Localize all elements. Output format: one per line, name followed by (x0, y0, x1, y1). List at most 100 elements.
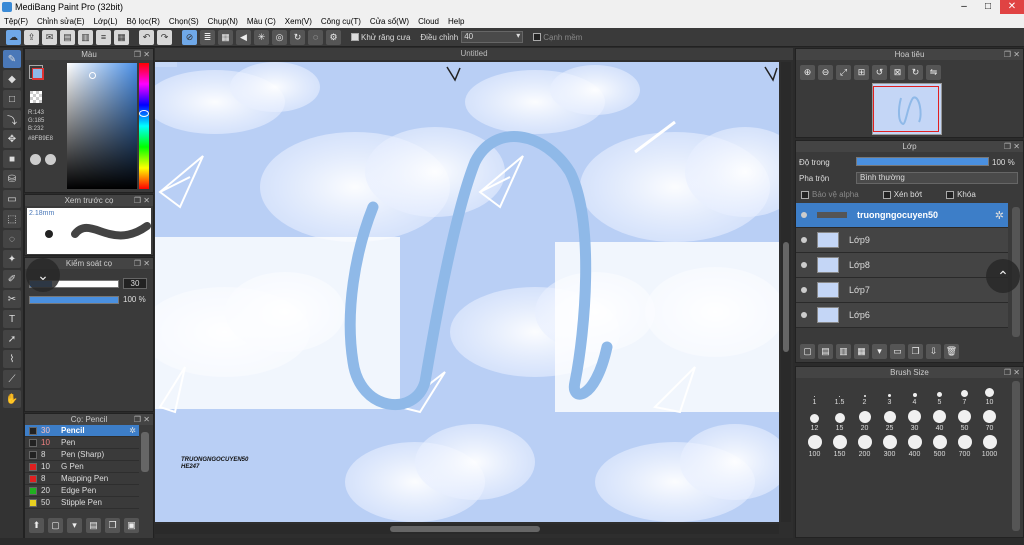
menu-layer[interactable]: Lớp(L) (94, 17, 118, 26)
snap-radial-icon[interactable]: ✳ (254, 29, 269, 45)
new-layer-icon[interactable]: ▢ (800, 344, 815, 359)
fill-stroke-icon[interactable]: ⤵ (3, 110, 21, 128)
rotate-right-icon[interactable]: ↻ (908, 65, 923, 80)
brush-size-option[interactable]: 12 (802, 408, 827, 432)
brush-size-option[interactable]: 100 (802, 434, 827, 458)
merge-down-icon[interactable]: ⇩ (926, 344, 941, 359)
canvas-tab[interactable]: Untitled (155, 48, 793, 60)
folder-icon[interactable]: ▭ (890, 344, 905, 359)
brush-item[interactable]: 10 Pen (25, 437, 139, 449)
antialias-checkbox[interactable]: Khử răng cưa (351, 33, 410, 42)
edge-checkbox[interactable]: Cạnh mềm (533, 33, 582, 42)
brush-size-option[interactable]: 150 (827, 434, 852, 458)
close-button[interactable]: ✕ (1000, 0, 1024, 14)
saturation-value-picker[interactable] (67, 63, 137, 189)
clipping-checkbox[interactable]: Xén bớt (882, 190, 922, 199)
magic-wand-icon[interactable]: ✦ (3, 250, 21, 268)
menu-select[interactable]: Chọn(S) (169, 17, 199, 26)
shape-tool-icon[interactable]: ■ (3, 150, 21, 168)
brush-size-option[interactable]: 5 (927, 382, 952, 406)
hand-tool-icon[interactable]: ✋ (3, 390, 21, 408)
select-eraser-icon[interactable]: ✂ (3, 290, 21, 308)
snap-grid-icon[interactable]: ▦ (218, 29, 233, 45)
new-8bit-layer-icon[interactable]: ▥ (836, 344, 851, 359)
brush-size-option[interactable]: 10 (977, 382, 1002, 406)
brush-size-option[interactable]: 70 (977, 408, 1002, 432)
export-icon[interactable]: ⇪ (24, 29, 39, 45)
add-brush-icon[interactable]: ▢ (48, 518, 63, 533)
layer-row[interactable]: Lớp8 (796, 253, 1008, 278)
brush-list-scrollbar[interactable] (141, 432, 149, 472)
menu-snap[interactable]: Chụp(N) (208, 17, 238, 26)
brush-size-option[interactable]: 50 (952, 408, 977, 432)
color-settings-icon[interactable] (45, 154, 56, 165)
chat-icon[interactable]: ✉ (42, 29, 57, 45)
eyedropper-icon[interactable]: ⌇ (3, 350, 21, 368)
canvas-vertical-scrollbar[interactable] (781, 62, 791, 522)
brush-size-option[interactable]: 1 (802, 382, 827, 406)
brush-size-option[interactable]: 1000 (977, 434, 1002, 458)
delete-layer-icon[interactable]: 🗑 (944, 344, 959, 359)
snap-settings-icon[interactable]: ◌ (308, 29, 323, 45)
brush-size-option[interactable]: 500 (927, 434, 952, 458)
divide-tool-icon[interactable]: ⟋ (3, 370, 21, 388)
zoom-out-icon[interactable]: ⊖ (818, 65, 833, 80)
blend-mode-select[interactable]: Bình thường (856, 172, 1018, 184)
eraser-tool-icon[interactable]: ◆ (3, 70, 21, 88)
brush-item[interactable]: 8 Pen (Sharp) (25, 449, 139, 461)
brush-size-option[interactable]: 20 (852, 408, 877, 432)
brush-size-option[interactable]: 4 (902, 382, 927, 406)
select-tool-icon[interactable]: ⬚ (3, 210, 21, 228)
menu-edit[interactable]: Chỉnh sửa(E) (37, 17, 85, 26)
move-tool-icon[interactable]: ✥ (3, 130, 21, 148)
delete-brush-icon[interactable]: ▣ (124, 518, 139, 533)
navigator-thumbnail[interactable] (872, 83, 942, 135)
gradient-tool-icon[interactable]: ▭ (3, 190, 21, 208)
visibility-icon[interactable] (801, 262, 807, 268)
collapse-panel-button[interactable]: ⌄ (26, 258, 60, 292)
duplicate-layer-icon[interactable]: ❐ (908, 344, 923, 359)
snap-off-icon[interactable]: ⊘ (182, 29, 197, 45)
layer-row[interactable]: Lớp7 (796, 278, 1008, 303)
redo-icon[interactable]: ↷ (157, 29, 172, 45)
brush-settings-icon[interactable]: ▤ (86, 518, 101, 533)
secondary-color-swatch[interactable] (30, 91, 42, 103)
menu-color[interactable]: Màu (C) (247, 17, 276, 26)
add-layer-menu-icon[interactable]: ▾ (872, 344, 887, 359)
actual-size-icon[interactable]: ⊞ (854, 65, 869, 80)
document-icon[interactable]: ▥ (78, 29, 93, 45)
snap-perspective-icon[interactable]: ◀ (236, 29, 251, 45)
rotate-left-icon[interactable]: ↺ (872, 65, 887, 80)
new-halftone-layer-icon[interactable]: ▤ (818, 344, 833, 359)
canvas-horizontal-scrollbar[interactable] (155, 524, 779, 534)
maximize-button[interactable]: □ (976, 0, 1000, 14)
undo-icon[interactable]: ↶ (139, 29, 154, 45)
duplicate-icon[interactable]: ❐ (105, 518, 120, 533)
menu-view[interactable]: Xem(V) (285, 17, 312, 26)
dot-tool-icon[interactable]: □ (3, 90, 21, 108)
brush-size-option[interactable]: 7 (952, 382, 977, 406)
lasso-tool-icon[interactable]: ◌ (3, 230, 21, 248)
brush-size-scrollbar[interactable] (1012, 381, 1020, 531)
brush-size-option[interactable]: 700 (952, 434, 977, 458)
brush-size-option[interactable]: 3 (877, 382, 902, 406)
brush-item[interactable]: 50 Stipple Pen (25, 497, 139, 509)
add-brush-menu-icon[interactable]: ▾ (67, 518, 82, 533)
bucket-tool-icon[interactable]: ⛁ (3, 170, 21, 188)
menu-filter[interactable]: Bộ lọc(R) (127, 17, 160, 26)
minimize-button[interactable]: – (952, 0, 976, 14)
gear-icon[interactable]: ✲ (995, 209, 1004, 222)
brush-item[interactable]: 10 G Pen (25, 461, 139, 473)
grid-icon[interactable]: ▦ (114, 29, 129, 45)
brush-opacity-slider[interactable] (29, 296, 119, 304)
book-icon[interactable]: ▤ (60, 29, 75, 45)
brush-item[interactable]: 20 Edge Pen (25, 485, 139, 497)
operation-tool-icon[interactable]: ➚ (3, 330, 21, 348)
flip-icon[interactable]: ⇋ (926, 65, 941, 80)
menu-cloud[interactable]: Cloud (418, 17, 439, 26)
snap-circle-icon[interactable]: ◎ (272, 29, 287, 45)
brush-size-option[interactable]: 2 (852, 382, 877, 406)
select-pen-icon[interactable]: ✐ (3, 270, 21, 288)
visibility-icon[interactable] (801, 212, 807, 218)
brush-size-option[interactable]: 30 (902, 408, 927, 432)
